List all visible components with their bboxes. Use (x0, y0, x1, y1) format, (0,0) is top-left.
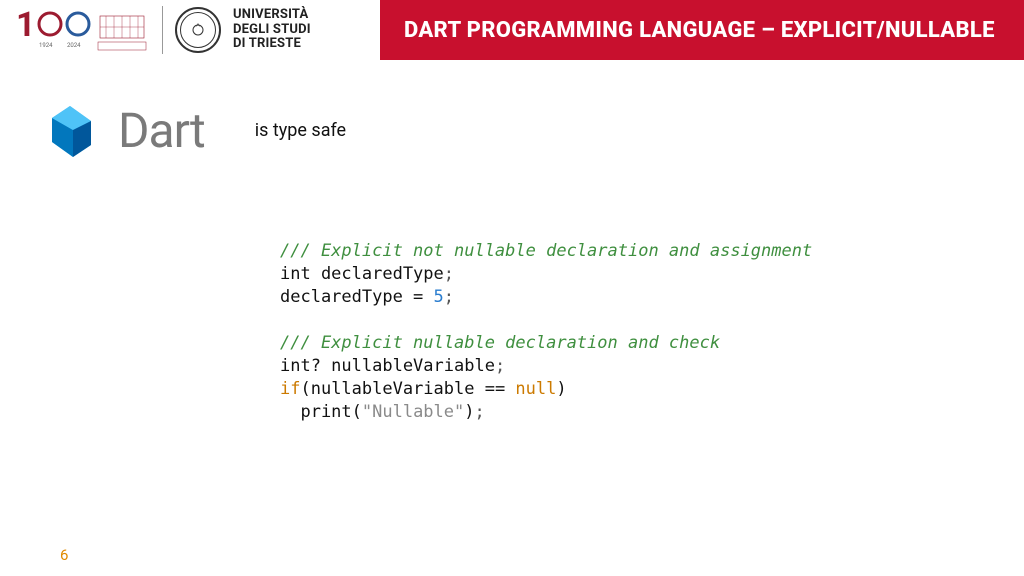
slide-title: DART PROGRAMMING LANGUAGE – EXPLICIT/NUL… (404, 18, 995, 43)
code-comment: /// Explicit nullable declaration and ch… (280, 333, 720, 353)
code-comment: /// Explicit not nullable declaration an… (280, 241, 812, 261)
university-name: UNIVERSITÀ DEGLI STUDI DI TRIESTE (233, 8, 311, 53)
divider (162, 6, 163, 54)
slide-content: Dart is type safe /// Explicit not nulla… (0, 60, 1024, 424)
uni-line2: DEGLI STUDI (233, 23, 311, 38)
uni-line3: DI TRIESTE (233, 37, 311, 52)
code-line: int? nullableVariable; (280, 356, 505, 376)
dart-logo: Dart (40, 100, 205, 160)
dart-brand-row: Dart is type safe (40, 100, 964, 160)
dart-wordmark: Dart (118, 102, 205, 159)
logo-area: 1 1924 2024 UNIVERSITÀ DEGLI STUDI DI (0, 0, 380, 60)
anniversary-logo: 1 1924 2024 (10, 5, 150, 55)
code-line: int declaredType; (280, 264, 454, 284)
slide-header: 1 1924 2024 UNIVERSITÀ DEGLI STUDI DI (0, 0, 1024, 60)
code-line: declaredType = 5; (280, 287, 454, 307)
svg-text:1924: 1924 (39, 42, 53, 49)
page-number: 6 (60, 546, 68, 564)
dart-icon (40, 100, 100, 160)
university-seal-icon (175, 7, 221, 53)
anniversary-icon: 1 1924 2024 (10, 6, 150, 54)
svg-text:1: 1 (16, 6, 36, 45)
tagline: is type safe (255, 120, 346, 141)
code-line: print("Nullable"); (280, 402, 485, 422)
title-bar: DART PROGRAMMING LANGUAGE – EXPLICIT/NUL… (380, 0, 1024, 60)
uni-line1: UNIVERSITÀ (233, 8, 311, 23)
code-line: if(nullableVariable == null) (280, 379, 567, 399)
code-block: /// Explicit not nullable declaration an… (280, 240, 964, 424)
svg-text:2024: 2024 (67, 42, 81, 49)
